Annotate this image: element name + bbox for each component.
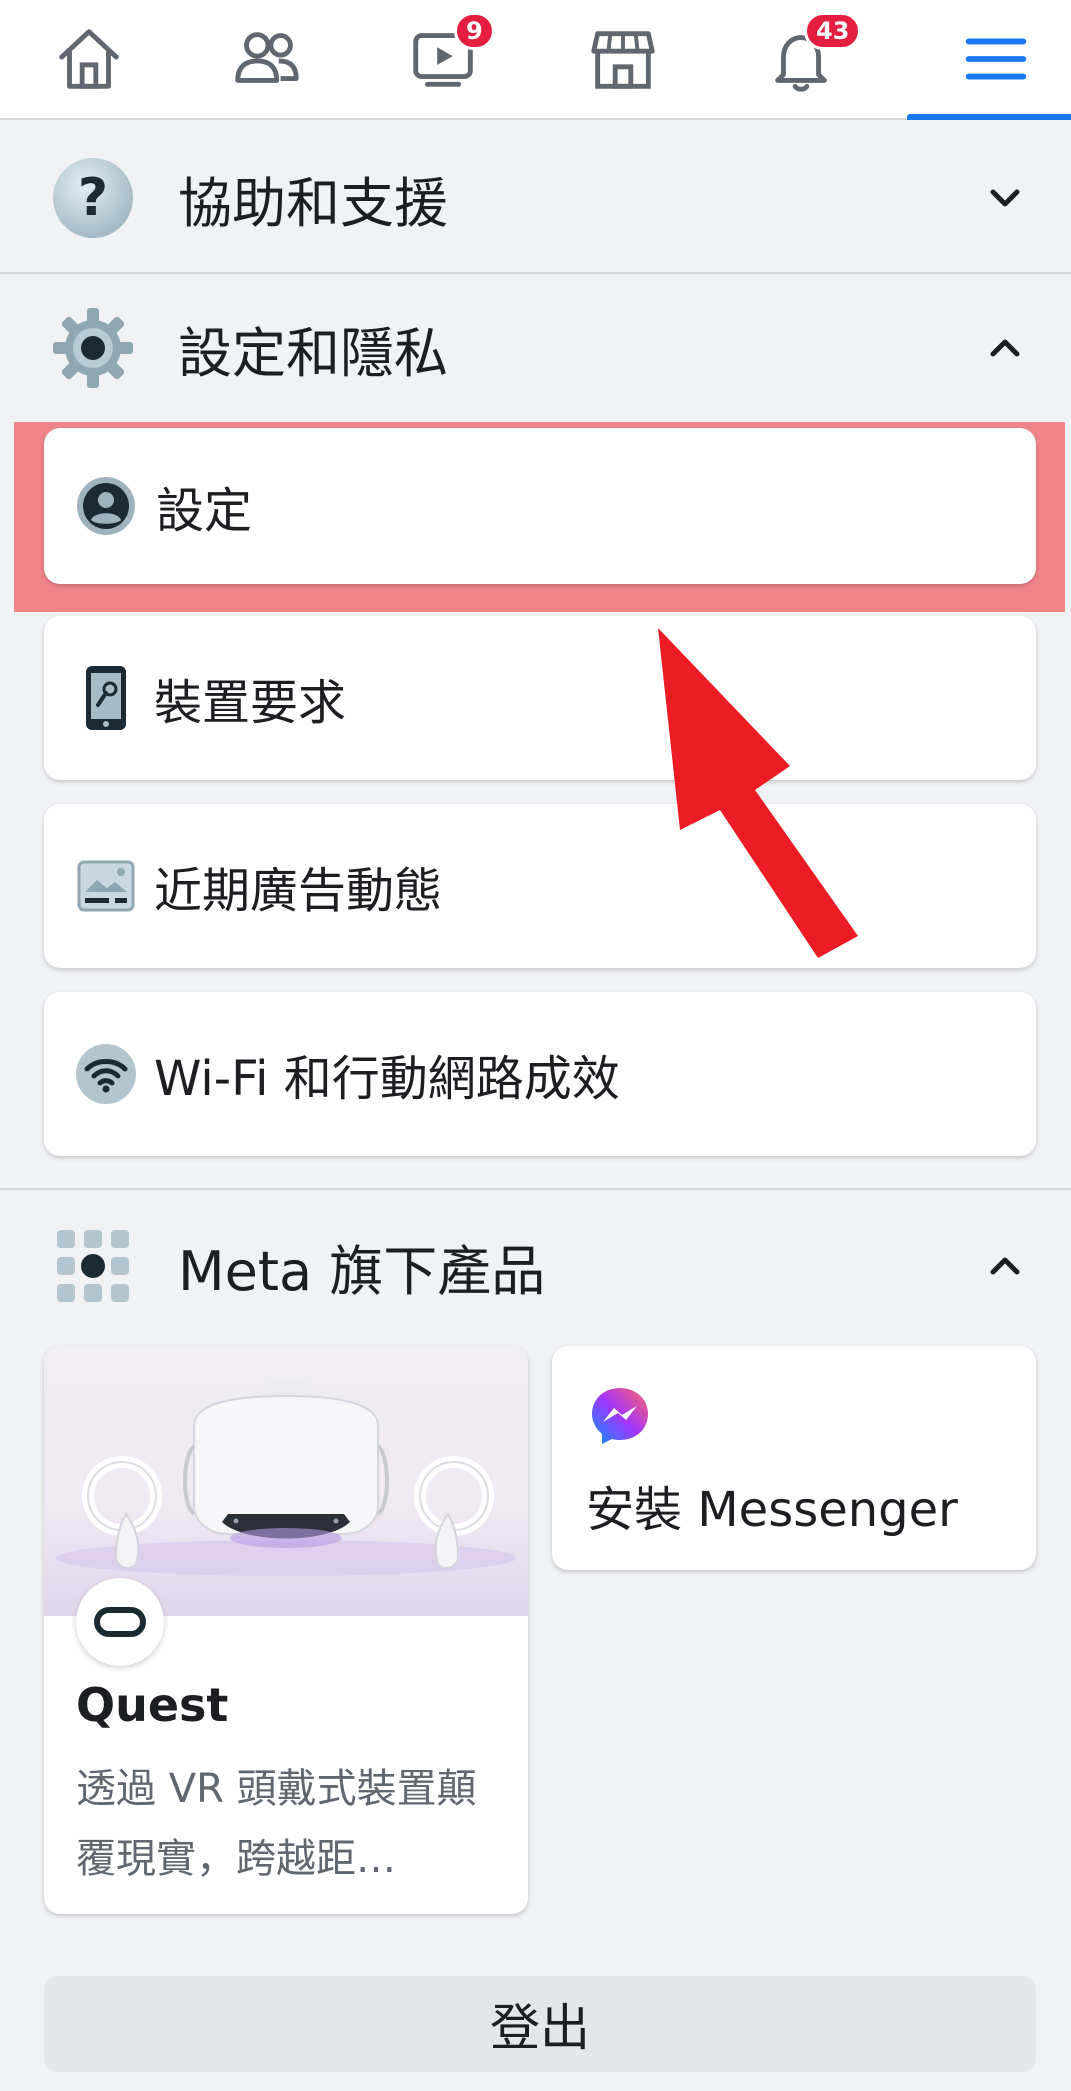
wifi-mobile-performance-label: Wi-Fi 和行動網路成效 (154, 1051, 620, 1107)
recent-ad-activity-item[interactable]: 近期廣告動態 (44, 804, 1036, 968)
marketplace-icon (591, 31, 655, 89)
help-support-title: 協助和支援 (178, 171, 448, 235)
help-support-section-header[interactable]: ? 協助和支援 (0, 128, 1071, 268)
meta-products-title: Meta 旗下產品 (178, 1239, 546, 1303)
logout-button[interactable]: 登出 (44, 1976, 1036, 2072)
settings-privacy-section-header[interactable]: 設定和隱私 (0, 278, 1071, 418)
chevron-up-icon (990, 1257, 1020, 1275)
gear-icon (50, 305, 136, 391)
help-icon: ? (50, 155, 136, 241)
hamburger-menu-icon (965, 38, 1027, 80)
section-divider (0, 272, 1071, 274)
device-requests-item[interactable]: 裝置要求 (44, 616, 1036, 780)
nav-notifications-button[interactable]: 43 (712, 0, 890, 118)
phone-key-icon (74, 666, 138, 730)
apps-grid-icon (50, 1223, 136, 1309)
quest-description: 透過 VR 頭戴式裝置顛覆現實，跨越距… (76, 1766, 477, 1882)
settings-item[interactable]: 設定 (44, 428, 1036, 584)
svg-text:?: ? (78, 168, 108, 228)
video-badge: 9 (454, 12, 495, 50)
settings-privacy-title: 設定和隱私 (178, 321, 448, 385)
home-icon (59, 29, 119, 89)
quest-product-card[interactable]: Quest 透過 VR 頭戴式裝置顛覆現實，跨越距… (44, 1346, 528, 1914)
nav-marketplace-button[interactable] (534, 0, 712, 118)
chevron-up-icon (990, 339, 1020, 357)
top-navigation-bar: 9 43 (0, 0, 1071, 120)
nav-friends-button[interactable] (178, 0, 356, 118)
nav-menu-button[interactable] (907, 0, 1071, 120)
wifi-mobile-performance-item[interactable]: Wi-Fi 和行動網路成效 (44, 992, 1036, 1156)
red-arrow-annotation (658, 628, 858, 958)
messenger-icon (592, 1388, 648, 1444)
oculus-logo-icon (76, 1578, 164, 1666)
friends-icon (235, 32, 299, 83)
chevron-down-icon (990, 189, 1020, 207)
ad-activity-icon (74, 854, 138, 918)
messenger-product-card[interactable]: 安裝 Messenger (552, 1346, 1036, 1570)
section-divider (0, 1188, 1071, 1190)
nav-home-button[interactable] (0, 0, 178, 118)
settings-item-label: 設定 (156, 483, 253, 539)
wifi-icon (74, 1042, 138, 1106)
device-requests-label: 裝置要求 (154, 675, 347, 731)
quest-title: Quest (76, 1678, 229, 1732)
account-icon (74, 474, 138, 538)
notifications-badge: 43 (804, 12, 862, 50)
nav-video-button[interactable]: 9 (356, 0, 534, 118)
meta-products-section-header[interactable]: Meta 旗下產品 (0, 1196, 1071, 1336)
recent-ad-activity-label: 近期廣告動態 (154, 863, 443, 919)
quest-headset-image (44, 1346, 528, 1616)
install-messenger-label: 安裝 Messenger (586, 1482, 958, 1538)
